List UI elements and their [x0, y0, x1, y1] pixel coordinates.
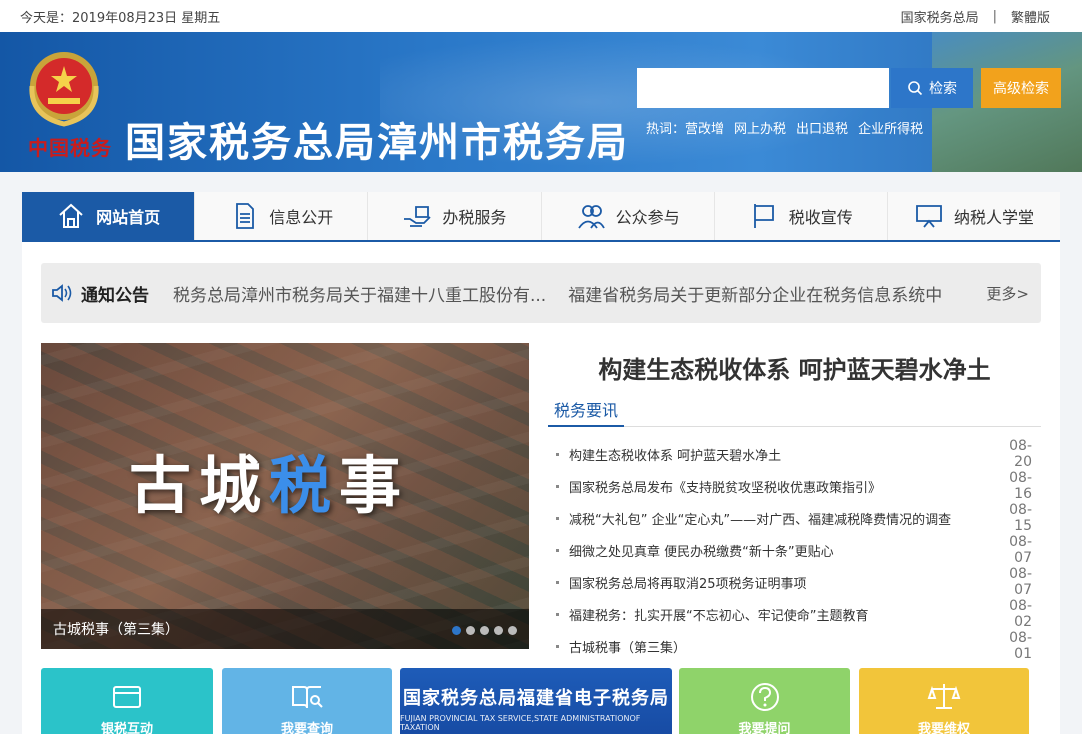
hot-word[interactable]: 网上办税: [734, 118, 786, 137]
nav-label: 网站首页: [96, 208, 161, 227]
notice-label: 通知公告: [41, 281, 173, 306]
hot-words-label: 热词：营改增: [646, 122, 725, 137]
search-button-label: 检索: [929, 81, 957, 97]
link-sat[interactable]: 国家税务总局: [901, 7, 979, 26]
carousel-art-text: 古城税事: [129, 449, 410, 522]
top-bar: 今天是：2019年08月23日 星期五 国家税务总局 | 繁體版: [0, 0, 1082, 32]
scale-icon: [927, 683, 961, 709]
speaker-icon: [52, 284, 72, 302]
carousel-dot[interactable]: [508, 626, 517, 635]
flag-icon: [753, 204, 774, 228]
list-item[interactable]: 减税“大礼包” 企业“定心丸”——对广西、福建减税降费情况的调查 08-15: [556, 502, 1032, 534]
list-item[interactable]: 国家税务总局发布《支持脱贫攻坚税收优惠政策指引》 08-16: [556, 470, 1032, 502]
search-button[interactable]: 检索: [891, 68, 973, 108]
site-header: 中国税务 国家税务总局漳州市税务局 检索 高级检索 热词：营改增 网上办税 出口…: [0, 32, 1082, 172]
nav-public[interactable]: 公众参与: [541, 192, 715, 240]
search-icon: [908, 81, 923, 96]
notice-item[interactable]: 税务总局漳州市税务局关于福建十八重工股份有...: [173, 281, 568, 306]
notice-more-link[interactable]: 更多>: [986, 283, 1041, 304]
hot-word[interactable]: 企业所得税: [858, 118, 923, 137]
tile-ask[interactable]: 我要提问: [679, 668, 850, 734]
notice-bar: 通知公告 税务总局漳州市税务局关于福建十八重工股份有... 福建省税务局关于更新…: [41, 263, 1041, 323]
tax-emblem-icon[interactable]: [22, 46, 106, 130]
carousel-dots: [452, 626, 517, 635]
tile-bank-tax[interactable]: 银税互动: [41, 668, 213, 734]
carousel-dot[interactable]: [494, 626, 503, 635]
screen-icon: [916, 205, 942, 228]
carousel-dot[interactable]: [480, 626, 489, 635]
book-search-icon: [292, 685, 323, 708]
card-icon: [113, 685, 141, 708]
document-icon: [236, 203, 255, 229]
main-container: 网站首页 信息公开 办税服务 公众参与 税收宣传 纳税人学堂 通知公告 税务总局…: [22, 192, 1061, 734]
site-title: 国家税务总局漳州市税务局: [125, 120, 629, 166]
tab-tax-news[interactable]: 税务要讯: [548, 393, 625, 427]
list-item[interactable]: 古城税事（第三集） 08-01: [556, 630, 1032, 662]
nav-school[interactable]: 纳税人学堂: [887, 192, 1061, 240]
list-item[interactable]: 国家税务总局将再取消25项税务证明事项 08-07: [556, 566, 1032, 598]
hot-word[interactable]: 营改增: [685, 122, 724, 137]
nav-promo[interactable]: 税收宣传: [714, 192, 888, 240]
nav-info[interactable]: 信息公开: [195, 192, 369, 240]
main-nav: 网站首页 信息公开 办税服务 公众参与 税收宣传 纳税人学堂: [22, 192, 1061, 242]
nav-label: 信息公开: [269, 208, 334, 227]
news-list: 构建生态税收体系 呵护蓝天碧水净土 08-20 国家税务总局发布《支持脱贫攻坚税收…: [556, 438, 1032, 662]
list-item[interactable]: 构建生态税收体系 呵护蓝天碧水净土 08-20: [556, 438, 1032, 470]
hot-word[interactable]: 出口退税: [796, 118, 848, 137]
list-item[interactable]: 福建税务：扎实开展“不忘初心、牢记使命”主题教育 08-02: [556, 598, 1032, 630]
question-icon: [750, 682, 779, 711]
tile-rights[interactable]: 我要维权: [859, 668, 1029, 734]
carousel-dot[interactable]: [466, 626, 475, 635]
link-separator: |: [992, 8, 997, 24]
home-icon: [59, 203, 83, 228]
link-traditional[interactable]: 繁體版: [1011, 7, 1050, 26]
nav-label: 公众参与: [615, 208, 680, 227]
nav-service[interactable]: 办税服务: [368, 192, 542, 240]
hand-service-icon: [404, 206, 432, 227]
service-tiles: 银税互动 我要查询 国家税务总局福建省电子税务局 FUJIAN PROVINCI…: [41, 668, 1041, 734]
tile-e-tax-bureau[interactable]: 国家税务总局福建省电子税务局 FUJIAN PROVINCIAL TAX SER…: [400, 668, 672, 734]
hot-words: 热词：营改增 网上办税 出口退税 企业所得税: [646, 118, 923, 137]
news-tabs: 税务要讯: [548, 393, 1041, 427]
list-item[interactable]: 细微之处见真章 便民办税缴费“新十条”更贴心 08-07: [556, 534, 1032, 566]
nav-home[interactable]: 网站首页: [22, 192, 196, 240]
image-carousel[interactable]: 古城税事 古城税事（第三集）: [41, 343, 529, 649]
nav-label: 纳税人学堂: [953, 208, 1034, 227]
tile-query[interactable]: 我要查询: [222, 668, 392, 734]
nav-label: 税收宣传: [788, 208, 853, 227]
top-links: 国家税务总局 | 繁體版: [901, 7, 1050, 26]
emblem-text: 中国税务: [28, 136, 112, 160]
carousel-dot[interactable]: [452, 626, 461, 635]
current-date: 今天是：2019年08月23日 星期五: [20, 10, 221, 26]
people-icon: [577, 205, 605, 229]
news-headline[interactable]: 构建生态税收体系 呵护蓝天碧水净土: [548, 350, 1041, 385]
nav-label: 办税服务: [442, 208, 507, 227]
notice-item[interactable]: 福建省税务局关于更新部分企业在税务信息系统中: [568, 281, 958, 306]
advanced-search-button[interactable]: 高级检索: [981, 68, 1061, 108]
search-input[interactable]: [637, 68, 889, 108]
